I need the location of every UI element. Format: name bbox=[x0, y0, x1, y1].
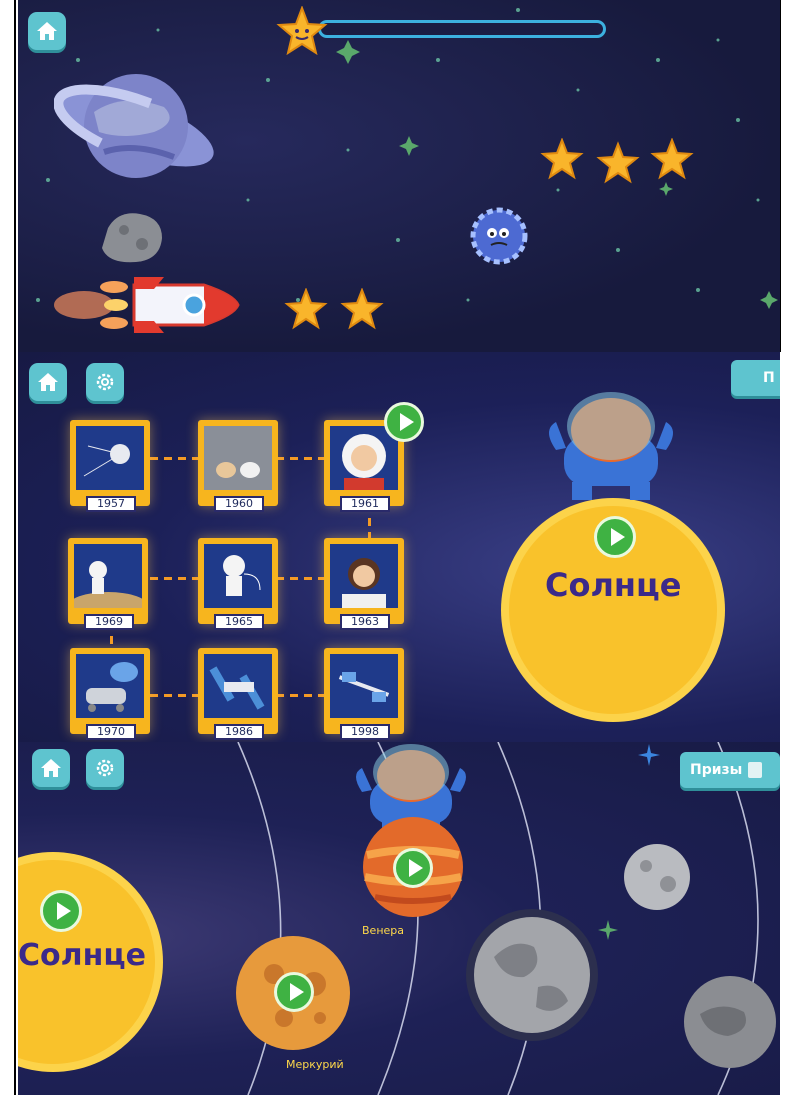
settings-button[interactable] bbox=[86, 749, 124, 787]
solar-system-scene: Призы Солнце Венера Меркурий bbox=[18, 742, 780, 1095]
home-button[interactable] bbox=[32, 749, 70, 787]
ringed-planet-icon bbox=[54, 74, 219, 178]
home-icon bbox=[37, 22, 57, 40]
prizes-label: Призы bbox=[690, 762, 743, 778]
star-row-icons bbox=[540, 138, 694, 184]
year-label: 1963 bbox=[340, 614, 390, 630]
earth-locked-planet-icon bbox=[466, 909, 598, 1041]
iss-icon bbox=[330, 654, 398, 718]
asteroid-icon bbox=[102, 213, 162, 263]
rocket-icon bbox=[54, 277, 240, 333]
sun-label: Солнце bbox=[18, 938, 146, 973]
mir-station-icon bbox=[204, 654, 272, 718]
prizes-button[interactable]: П bbox=[731, 360, 780, 396]
moon-locked-icon bbox=[624, 844, 690, 910]
gear-icon bbox=[96, 759, 114, 777]
timeline-card-1970[interactable]: 1970 bbox=[70, 648, 150, 740]
alien-monster-icon bbox=[549, 392, 673, 500]
cosmonaut-icon bbox=[330, 426, 398, 490]
year-label: 1970 bbox=[86, 724, 136, 740]
year-label: 1969 bbox=[84, 614, 134, 630]
home-button[interactable] bbox=[28, 12, 66, 50]
space-germ-enemy-icon bbox=[470, 207, 528, 265]
timeline-card-1963[interactable]: 1963 bbox=[324, 538, 404, 630]
home-icon bbox=[38, 373, 58, 391]
sparkle-icon bbox=[638, 744, 660, 766]
timeline-card-1957[interactable]: 1957 bbox=[70, 420, 150, 512]
star-pair-icons bbox=[284, 288, 384, 330]
play-button[interactable] bbox=[40, 890, 82, 932]
gear-icon bbox=[96, 373, 114, 391]
map-icon bbox=[748, 762, 763, 778]
sparkle-icon bbox=[598, 920, 618, 940]
home-button[interactable] bbox=[29, 363, 67, 401]
year-label: 1957 bbox=[86, 496, 136, 512]
moon-landing-icon bbox=[68, 544, 148, 620]
timeline-card-1965[interactable]: 1965 bbox=[198, 538, 278, 630]
connector bbox=[276, 694, 326, 697]
year-label: 1998 bbox=[340, 724, 390, 740]
connector bbox=[150, 577, 200, 580]
timeline-card-1969[interactable]: 1969 bbox=[68, 538, 148, 630]
sputnik-icon bbox=[76, 426, 144, 490]
connector bbox=[276, 577, 326, 580]
rocket-game-scene bbox=[18, 0, 780, 352]
space-dogs-icon bbox=[204, 426, 272, 490]
connector bbox=[150, 694, 200, 697]
spacewalk-icon bbox=[204, 544, 272, 608]
mars-locked-planet-icon bbox=[684, 976, 776, 1068]
sun-label: Солнце bbox=[545, 566, 682, 604]
play-button[interactable] bbox=[594, 516, 636, 558]
venus-label: Венера bbox=[362, 924, 404, 937]
play-button[interactable] bbox=[393, 848, 433, 888]
timeline-card-1960[interactable]: 1960 bbox=[198, 420, 278, 512]
progress-star-icon bbox=[276, 6, 328, 56]
connector bbox=[276, 457, 326, 460]
prizes-label: П bbox=[763, 370, 775, 386]
timeline-card-1998[interactable]: 1998 bbox=[324, 648, 404, 740]
prizes-button[interactable]: Призы bbox=[680, 752, 780, 788]
year-label: 1961 bbox=[340, 496, 390, 512]
play-button[interactable] bbox=[384, 402, 424, 442]
year-label: 1965 bbox=[214, 614, 264, 630]
timeline-scene: П 1957 1960 1961 1969 1965 1963 1970 198… bbox=[18, 352, 780, 742]
female-cosmonaut-icon bbox=[330, 544, 398, 608]
connector bbox=[150, 457, 200, 460]
year-label: 1986 bbox=[214, 724, 264, 740]
play-button[interactable] bbox=[274, 972, 314, 1012]
mercury-label: Меркурий bbox=[286, 1058, 344, 1071]
timeline-card-1986[interactable]: 1986 bbox=[198, 648, 278, 740]
home-icon bbox=[41, 759, 61, 777]
settings-button[interactable] bbox=[86, 363, 124, 401]
lunokhod-icon bbox=[76, 654, 144, 718]
year-label: 1960 bbox=[214, 496, 264, 512]
level-progress-bar bbox=[318, 20, 606, 38]
